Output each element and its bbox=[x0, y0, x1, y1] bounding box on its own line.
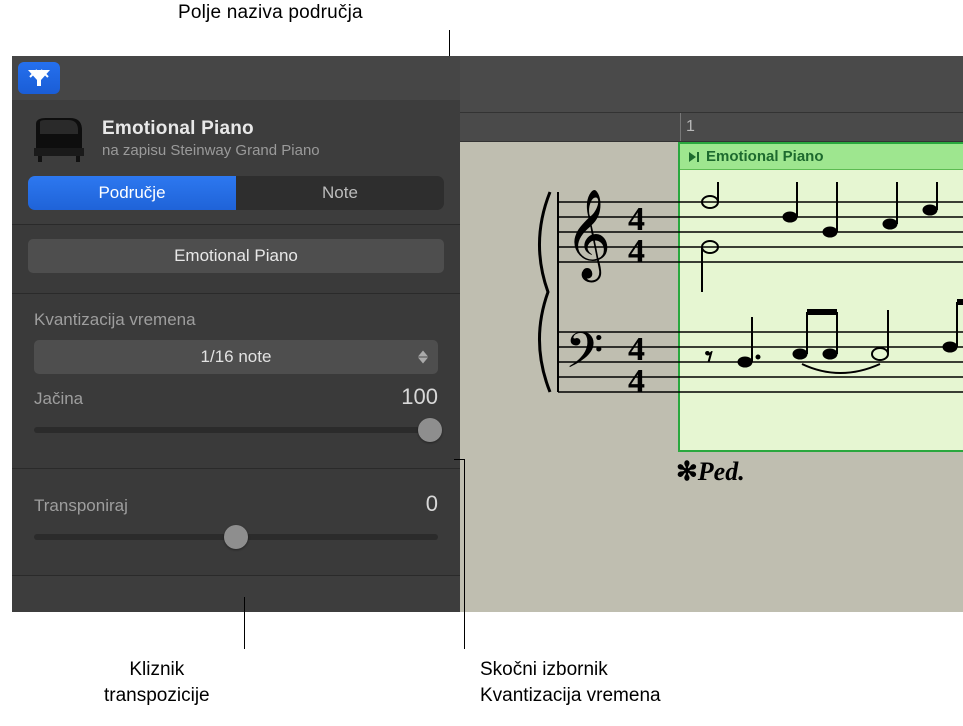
inspector-panel: Emotional Piano na zapisu Steinway Grand… bbox=[12, 56, 460, 612]
region-header-block: Emotional Piano na zapisu Steinway Grand… bbox=[12, 100, 460, 172]
callout-line bbox=[244, 597, 245, 649]
transpose-value: 0 bbox=[426, 491, 438, 517]
score-paper: Emotional Piano bbox=[490, 142, 963, 612]
region-subtitle: na zapisu Steinway Grand Piano bbox=[102, 142, 320, 159]
ruler-tick bbox=[680, 113, 681, 141]
region-header[interactable]: Emotional Piano bbox=[680, 144, 963, 170]
svg-text:4: 4 bbox=[628, 233, 645, 270]
tab-notes[interactable]: Note bbox=[236, 176, 444, 210]
callout-transpose-slider: Kliznik transpozicije bbox=[104, 657, 210, 708]
instrument-thumbnail bbox=[30, 114, 88, 162]
quantize-section: Kvantizacija vremena 1/16 note Jačina 10… bbox=[12, 294, 460, 469]
name-field-section: Emotional Piano bbox=[12, 224, 460, 294]
velocity-row: Jačina 100 bbox=[34, 384, 438, 410]
slider-thumb[interactable] bbox=[224, 525, 248, 549]
velocity-slider[interactable] bbox=[34, 416, 438, 444]
region-loop-icon bbox=[688, 151, 700, 163]
pedal-marking: ✻Ped. bbox=[676, 457, 745, 487]
transpose-slider[interactable] bbox=[34, 523, 438, 551]
region-name-field[interactable]: Emotional Piano bbox=[28, 239, 444, 273]
slider-track bbox=[34, 427, 438, 433]
dropdown-arrows-icon bbox=[418, 351, 428, 364]
svg-text:4: 4 bbox=[628, 363, 645, 400]
velocity-label: Jačina bbox=[34, 389, 83, 409]
inspector-top-bar bbox=[12, 56, 460, 100]
catch-playhead-icon bbox=[26, 68, 52, 88]
region-title: Emotional Piano bbox=[102, 118, 320, 140]
header-text: Emotional Piano na zapisu Steinway Grand… bbox=[102, 118, 320, 159]
callout-line bbox=[454, 459, 464, 460]
time-quantize-popup[interactable]: 1/16 note bbox=[34, 340, 438, 374]
score-editor[interactable]: 1 Emotional Piano bbox=[460, 56, 963, 612]
time-quantize-value: 1/16 note bbox=[201, 347, 272, 367]
svg-text:𝄢: 𝄢 bbox=[565, 324, 604, 390]
tab-region[interactable]: Područje bbox=[28, 176, 236, 210]
callout-region-name-field: Polje naziva područja bbox=[178, 2, 363, 24]
callout-quantize-popup: Skočni izbornik Kvantizacija vremena bbox=[480, 657, 661, 708]
transpose-row: Transponiraj 0 bbox=[34, 491, 438, 517]
transpose-section: Transponiraj 0 bbox=[12, 469, 460, 576]
time-ruler[interactable]: 1 bbox=[460, 112, 963, 142]
region-name-label: Emotional Piano bbox=[706, 148, 824, 165]
quantize-label: Kvantizacija vremena bbox=[34, 310, 438, 330]
grand-staff: 𝄞 𝄢 4 4 4 4 bbox=[510, 182, 963, 482]
transpose-label: Transponiraj bbox=[34, 496, 128, 516]
inspector-tab-switcher: Područje Note bbox=[28, 176, 444, 210]
callout-line bbox=[464, 459, 465, 649]
ruler-marker-1: 1 bbox=[686, 118, 695, 136]
catch-playhead-button[interactable] bbox=[18, 62, 60, 94]
slider-thumb[interactable] bbox=[418, 418, 442, 442]
app-frame: Emotional Piano na zapisu Steinway Grand… bbox=[12, 56, 963, 612]
svg-text:𝄞: 𝄞 bbox=[565, 190, 611, 283]
velocity-value: 100 bbox=[401, 384, 438, 410]
score-toolbar-area bbox=[460, 56, 963, 112]
svg-text:𝄾: 𝄾 bbox=[705, 341, 713, 374]
